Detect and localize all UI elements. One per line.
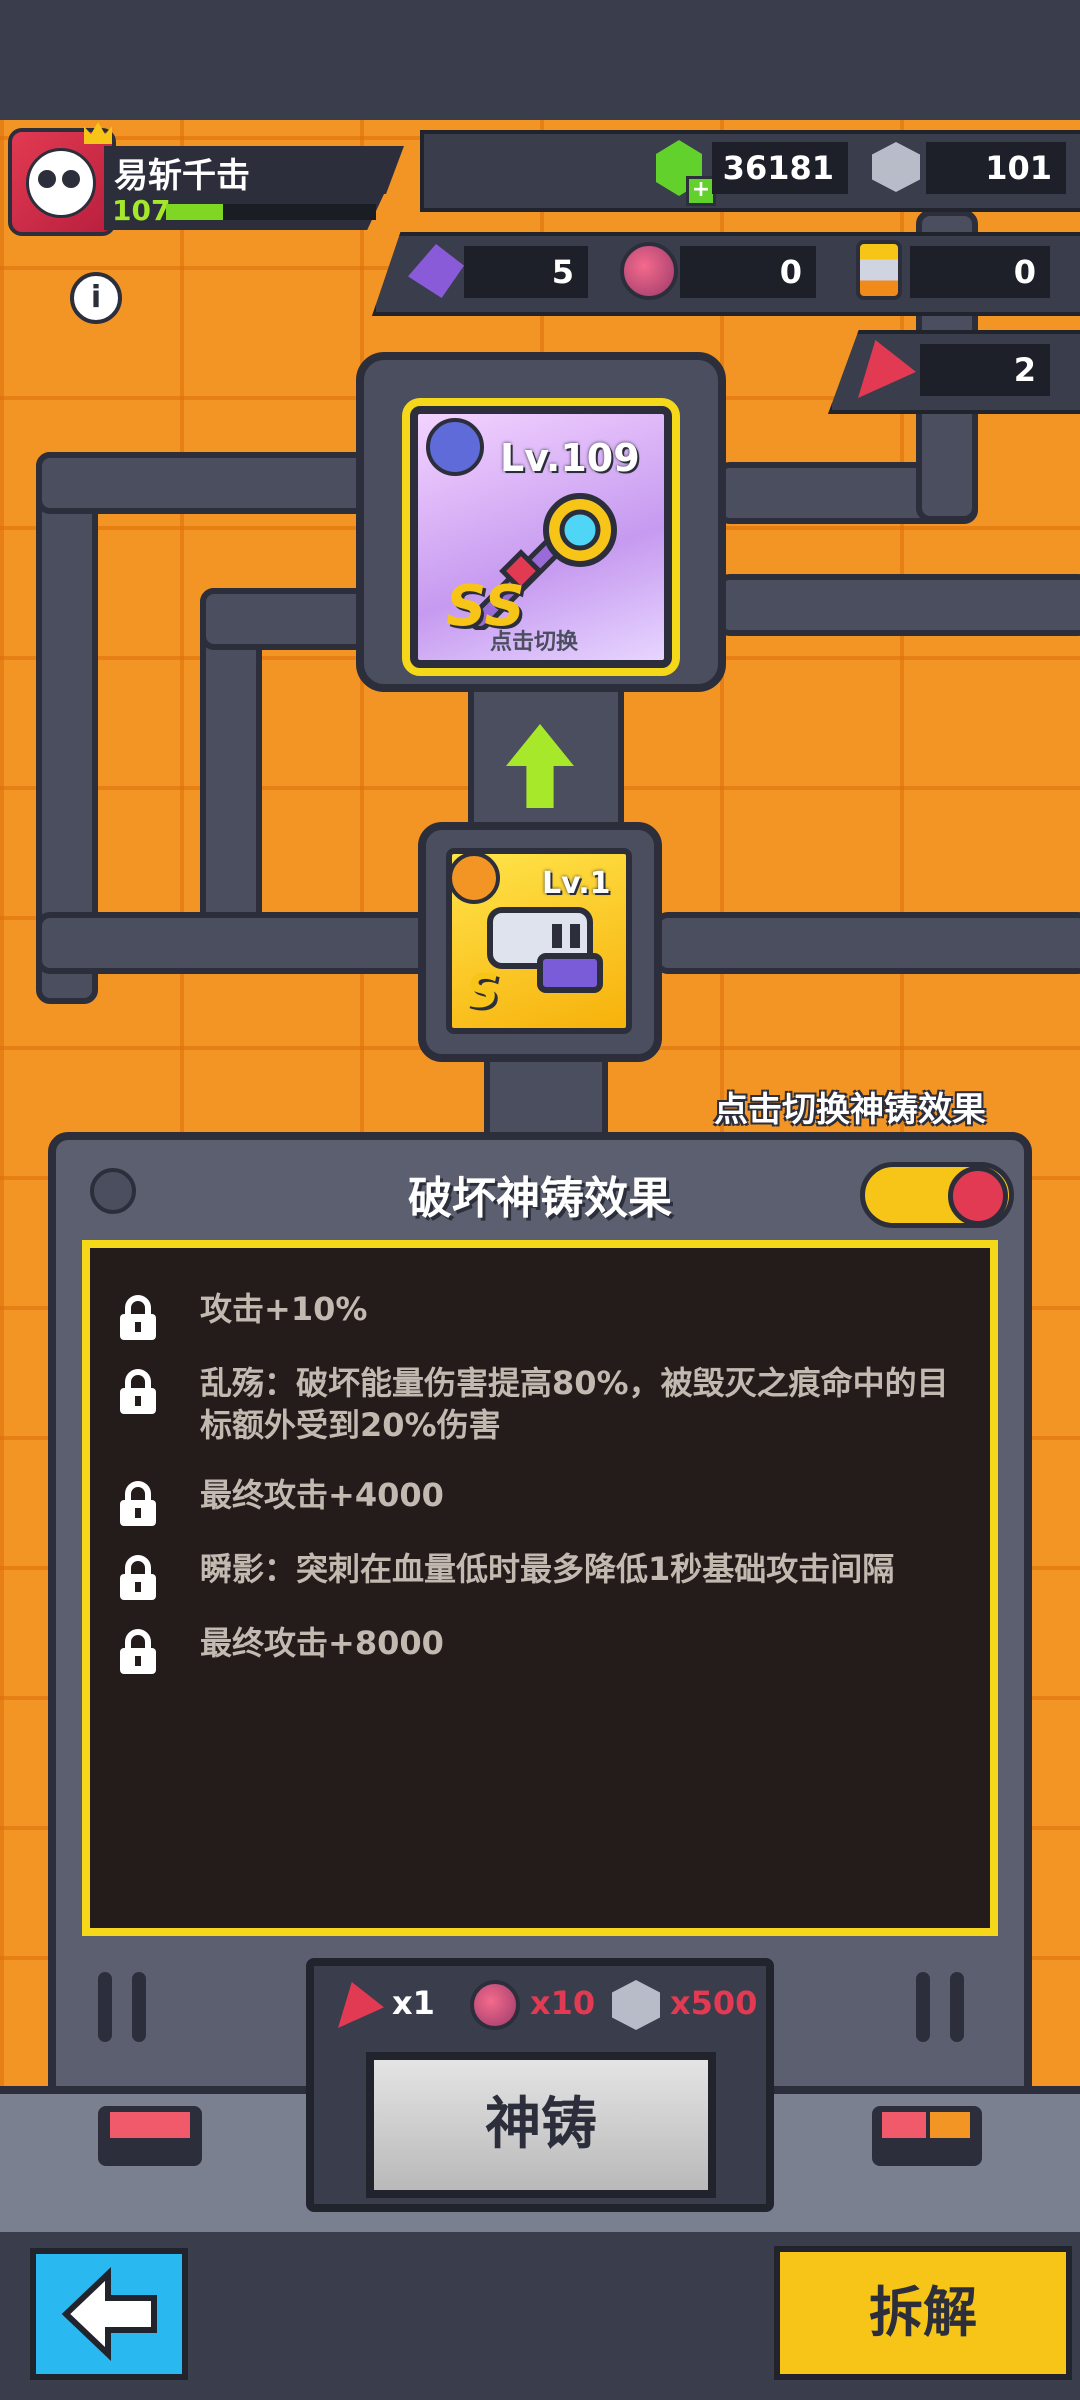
cost-token: x1 — [392, 1984, 435, 2022]
target-item-caption: 点击切换 — [490, 630, 579, 655]
toggle-knob-icon[interactable] — [948, 1166, 1008, 1226]
player-name: 易斩千击 — [114, 156, 250, 196]
effect-text: 最终攻击+4000 — [200, 1476, 444, 1514]
effect-text: 瞬影：突刺在血量低时最多降低1秒基础攻击间隔 — [200, 1550, 895, 1588]
effect-text: 乱殇：破坏能量伤害提高80%，被毁灭之痕命中的目标额外受到20%伤害 — [200, 1364, 949, 1444]
pipe-right-bottom — [654, 912, 1080, 974]
material-item-level: Lv.1 — [542, 866, 611, 901]
forge-button[interactable]: 神铸 — [366, 2052, 716, 2198]
info-icon[interactable]: i — [70, 272, 122, 324]
element-badge-icon — [426, 418, 484, 476]
capsule-icon — [856, 240, 902, 300]
cost-cube: x500 — [670, 1984, 758, 2022]
lock-icon — [116, 1480, 160, 1532]
orb-icon — [470, 1980, 520, 2030]
back-arrow-icon — [61, 2267, 157, 2361]
switch-effect-hint[interactable]: 点击切换神铸效果 — [714, 1082, 986, 1131]
token-count: 2 — [920, 344, 1050, 396]
orb-icon — [620, 242, 678, 300]
effect-text: 最终攻击+8000 — [200, 1624, 444, 1662]
pipe-left-top — [36, 452, 378, 514]
orb-count: 0 — [680, 246, 816, 298]
pipe-right-mid — [716, 574, 1080, 636]
avatar-eye-left — [38, 170, 56, 188]
compass-badge-icon — [448, 852, 500, 904]
back-button[interactable] — [30, 2248, 188, 2380]
vent-slot-right — [950, 1972, 964, 2042]
effects-screen: 攻击+10% 乱殇：破坏能量伤害提高80%，被毁灭之痕命中的目标额外受到20%伤… — [82, 1240, 998, 1936]
xp-fill — [166, 204, 223, 220]
effect-text: 攻击+10% — [200, 1290, 368, 1328]
pipe-left-bottom — [36, 912, 438, 974]
lock-icon — [116, 1554, 160, 1606]
material-item-grade: S — [466, 964, 500, 1018]
lock-icon — [116, 1368, 160, 1420]
lock-icon — [116, 1628, 160, 1680]
player-level: 107 — [112, 194, 171, 227]
target-item-level: Lv.109 — [500, 436, 640, 480]
pipe-left-inner-top — [200, 588, 378, 650]
orange-light-right-lamp — [930, 2112, 970, 2138]
capsule-count: 0 — [910, 246, 1050, 298]
cube-count: 101 — [926, 142, 1066, 194]
red-light-right-lamp — [882, 2112, 926, 2138]
top-status-area — [0, 0, 1080, 120]
crystal-count: 5 — [464, 246, 588, 298]
lock-icon — [116, 1294, 160, 1346]
dismantle-button[interactable]: 拆解 — [774, 2246, 1072, 2380]
avatar-panda-face — [26, 148, 96, 218]
vent-slot-left — [132, 1972, 146, 2042]
cost-orb: x10 — [530, 1984, 596, 2022]
gem-count: 36181 — [712, 142, 848, 194]
weapon-gun-icon — [480, 896, 610, 996]
avatar-eye-right — [62, 170, 80, 188]
vent-slot-left — [98, 1972, 112, 2042]
vent-slot-right — [916, 1972, 930, 2042]
red-light-left-lamp — [110, 2112, 190, 2138]
